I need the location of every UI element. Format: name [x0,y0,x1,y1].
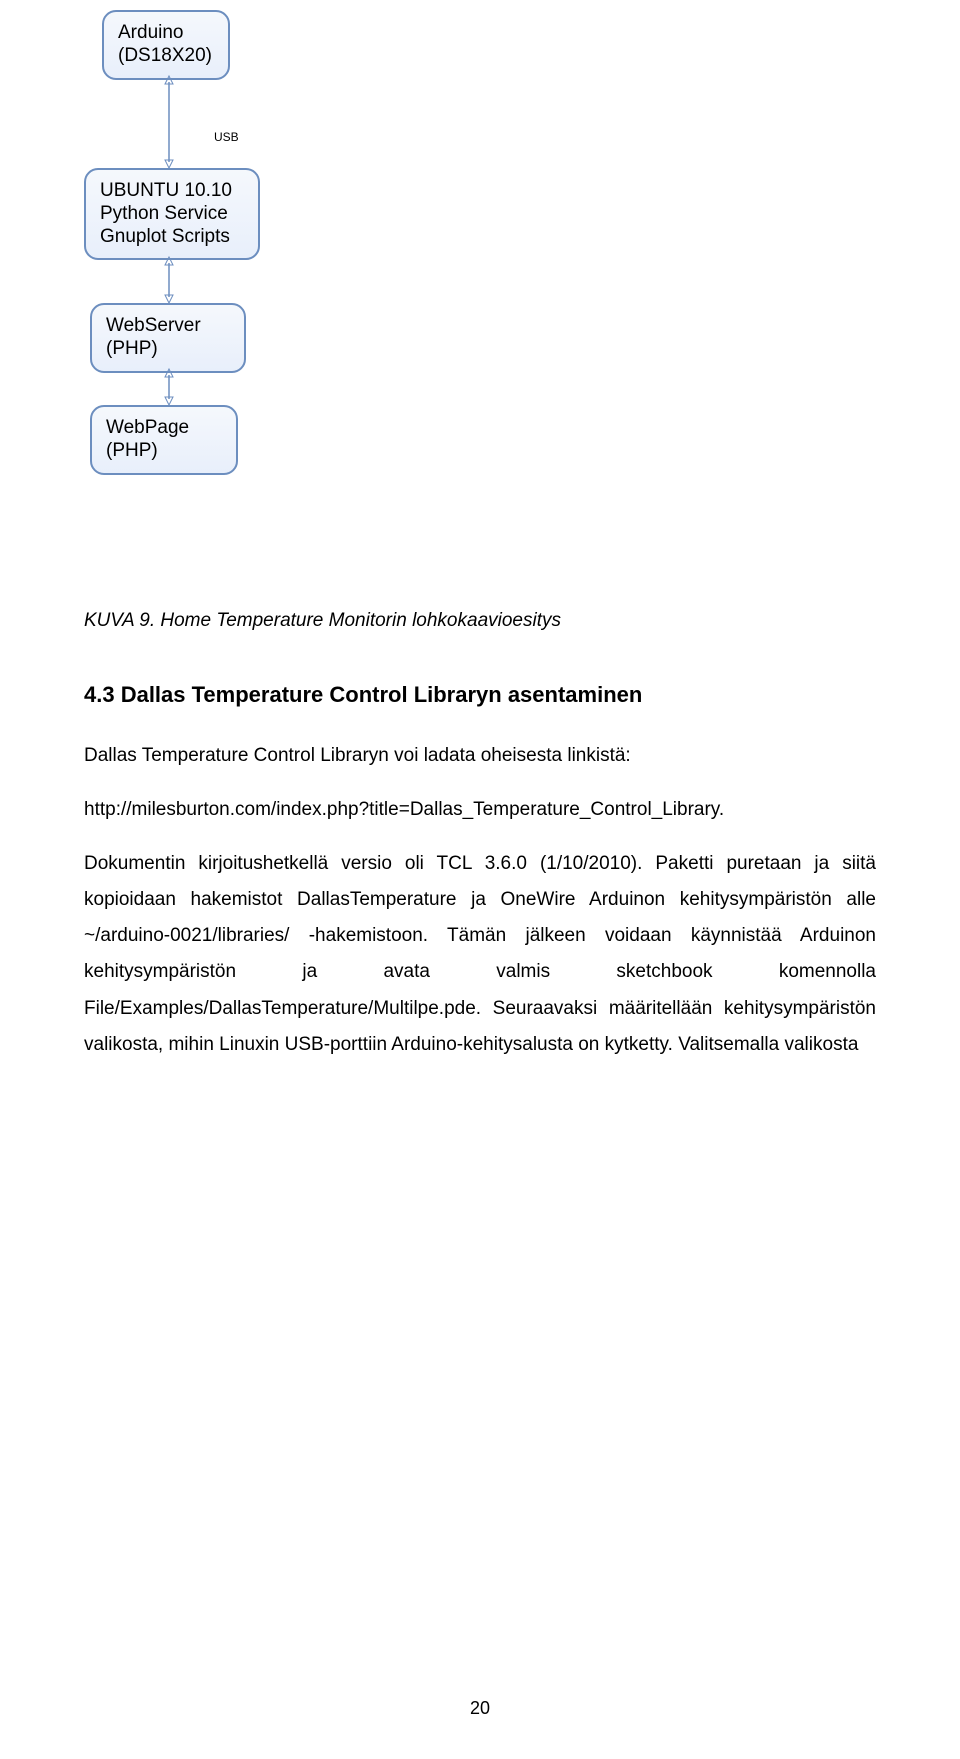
node2-line3: Gnuplot Scripts [100,226,244,249]
usb-label: USB [214,130,239,144]
link-period: . [719,799,724,820]
connector-arrow-1-icon [164,76,174,168]
node2-line2: Python Service [100,203,244,226]
section-heading: 4.3 Dallas Temperature Control Libraryn … [84,682,876,708]
node4-line2: (PHP) [106,440,222,463]
diagram-node-ubuntu: UBUNTU 10.10 Python Service Gnuplot Scri… [84,168,260,260]
library-link[interactable]: http://milesburton.com/index.php?title=D… [84,799,719,820]
diagram-node-webpage: WebPage (PHP) [90,405,238,475]
connector-arrow-2-icon [164,257,174,303]
paragraph-intro: Dallas Temperature Control Libraryn voi … [84,738,876,774]
connector-arrow-3-icon [164,369,174,405]
architecture-diagram: Arduino (DS18X20) USB UBUNTU 10.10 Pytho… [84,0,384,580]
node1-line1: Arduino [118,22,214,45]
link-line: http://milesburton.com/index.php?title=D… [84,792,876,828]
paragraph-body: Dokumentin kirjoitushetkellä versio oli … [84,846,876,1063]
node1-line2: (DS18X20) [118,45,214,68]
figure-caption: KUVA 9. Home Temperature Monitorin lohko… [84,610,960,632]
node4-line1: WebPage [106,417,222,440]
diagram-node-webserver: WebServer (PHP) [90,303,246,373]
diagram-node-arduino: Arduino (DS18X20) [102,10,230,80]
node3-line2: (PHP) [106,338,230,361]
node3-line1: WebServer [106,315,230,338]
page-number: 20 [0,1698,960,1719]
node2-line1: UBUNTU 10.10 [100,180,244,203]
document-page: Arduino (DS18X20) USB UBUNTU 10.10 Pytho… [0,0,960,1759]
